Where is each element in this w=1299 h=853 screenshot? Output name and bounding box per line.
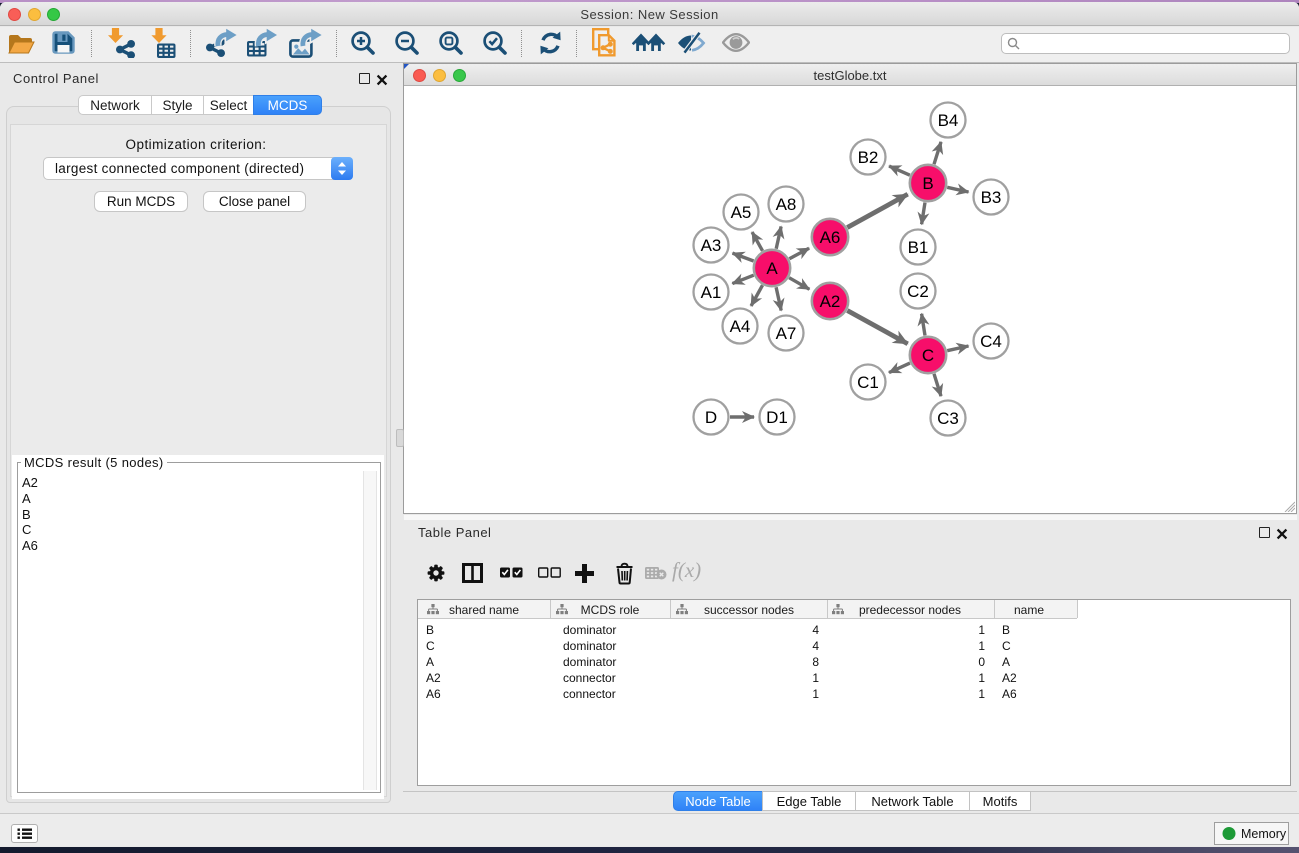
svg-text:D: D <box>705 408 717 427</box>
svg-text:A8: A8 <box>776 195 797 214</box>
svg-text:B1: B1 <box>908 238 929 257</box>
svg-text:B3: B3 <box>981 188 1002 207</box>
svg-text:A7: A7 <box>776 324 797 343</box>
svg-text:Memory: Memory <box>1241 827 1287 841</box>
svg-text:D1: D1 <box>766 408 788 427</box>
svg-text:C3: C3 <box>937 409 959 428</box>
svg-text:A1: A1 <box>701 283 722 302</box>
svg-text:B2: B2 <box>858 148 879 167</box>
svg-text:B4: B4 <box>938 111 959 130</box>
svg-text:A: A <box>766 259 778 278</box>
svg-text:A2: A2 <box>820 292 841 311</box>
svg-text:B: B <box>922 174 933 193</box>
svg-text:A6: A6 <box>820 228 841 247</box>
svg-text:A3: A3 <box>701 236 722 255</box>
svg-text:A4: A4 <box>730 317 751 336</box>
svg-text:C1: C1 <box>857 373 879 392</box>
svg-text:C: C <box>922 346 934 365</box>
svg-text:A5: A5 <box>731 203 752 222</box>
svg-text:C2: C2 <box>907 282 929 301</box>
svg-text:C4: C4 <box>980 332 1002 351</box>
